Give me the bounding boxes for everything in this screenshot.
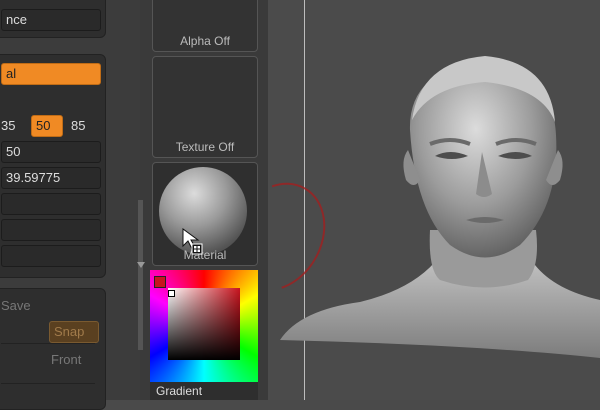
empty-field-2[interactable] (1, 219, 101, 241)
texture-label: Texture Off (175, 140, 235, 154)
color-picker[interactable] (150, 270, 258, 382)
gradient-bar[interactable]: Gradient (150, 382, 258, 400)
gradient-label: Gradient (156, 384, 203, 398)
texture-tile[interactable]: Texture Off (152, 56, 258, 158)
snap-button[interactable]: Snap (49, 321, 99, 343)
head-bust-model[interactable] (280, 40, 600, 365)
color-picker-handle[interactable] (168, 290, 175, 297)
cursor-icon (182, 228, 204, 261)
collapse-arrow-icon[interactable] (137, 262, 145, 268)
empty-field-3[interactable] (1, 245, 101, 267)
divider (1, 383, 95, 384)
decimal-field[interactable]: 39.59775 (1, 167, 101, 189)
value-50-selected[interactable]: 50 (31, 115, 63, 137)
alpha-label: Alpha Off (180, 34, 230, 48)
main-color-swatch[interactable] (154, 276, 166, 288)
subtool-box: nce (0, 0, 106, 38)
front-button[interactable]: Front (51, 349, 81, 371)
save-button[interactable]: Save (1, 295, 31, 317)
left-panel: nce al 35 50 85 50 39.59775 Save Snap Fr… (0, 0, 140, 410)
panel-splitter[interactable] (138, 200, 143, 350)
value-85[interactable]: 85 (71, 115, 85, 137)
instance-field[interactable]: nce (1, 9, 101, 31)
material-selector[interactable]: al (1, 63, 101, 85)
snap-box: Save Snap Front (0, 288, 106, 410)
material-options-box: al 35 50 85 50 39.59775 (0, 54, 106, 278)
color-picker-sv-square[interactable] (168, 288, 240, 360)
alpha-tile[interactable]: Alpha Off (152, 0, 258, 52)
value-35[interactable]: 35 (1, 115, 15, 137)
empty-field-1[interactable] (1, 193, 101, 215)
value-50-field[interactable]: 50 (1, 141, 101, 163)
divider (1, 343, 95, 344)
